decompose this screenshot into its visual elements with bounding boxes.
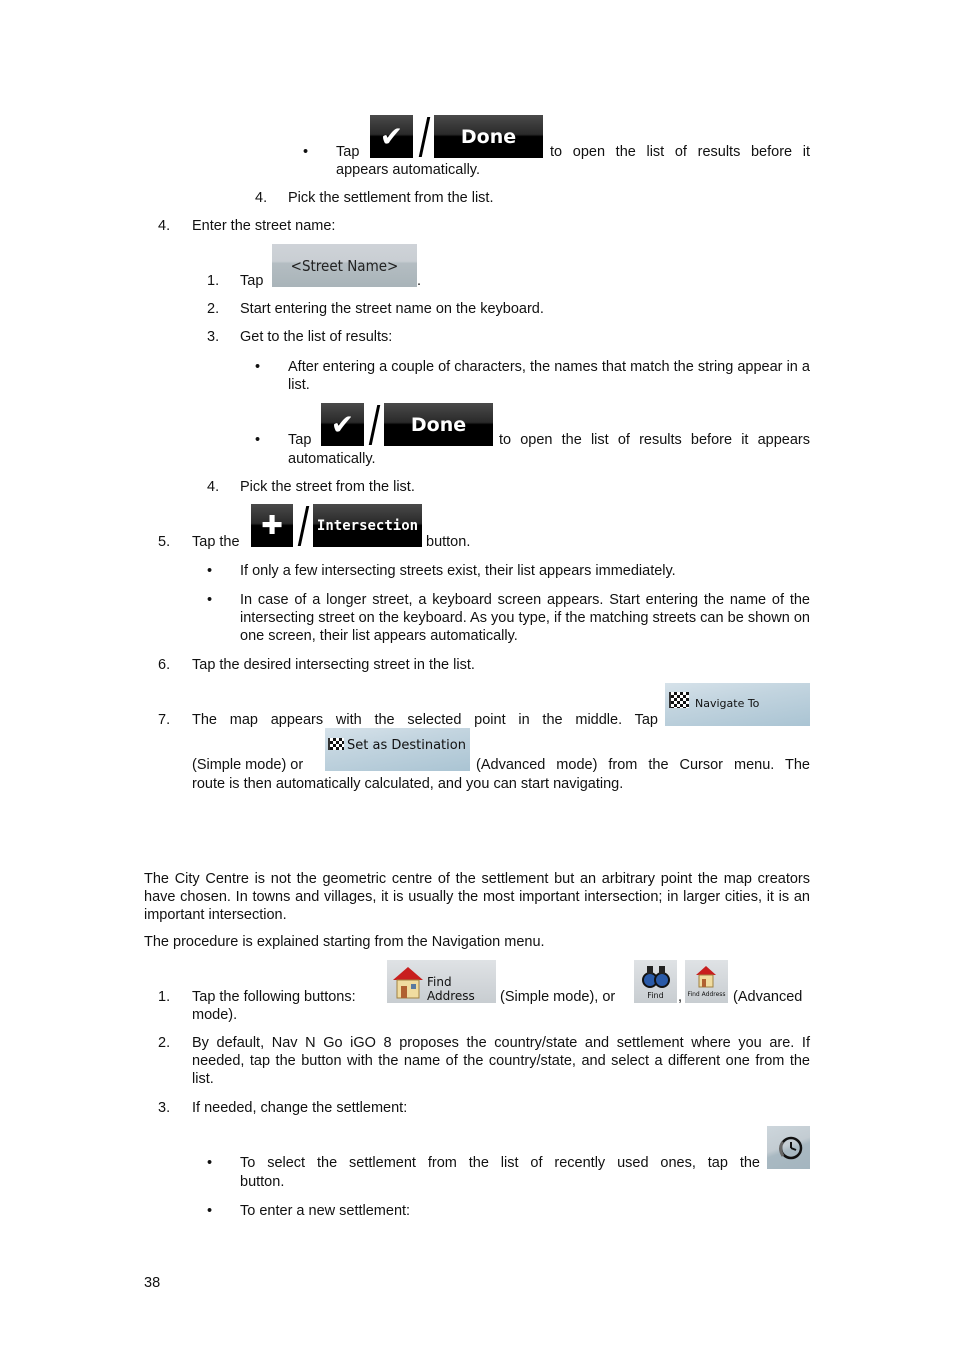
- bullet-marker: •: [255, 359, 261, 375]
- bullet-text: In case of a longer street, a keyboard s…: [240, 592, 810, 644]
- done-button[interactable]: Done: [434, 115, 543, 158]
- crossroads-icon: ✚: [261, 510, 283, 541]
- intersection-button[interactable]: Intersection: [313, 504, 422, 547]
- step-text: Pick the settlement from the list.: [288, 190, 494, 206]
- step-text: If needed, change the settlement:: [192, 1100, 408, 1116]
- step-text: (Advanced mode) from the Cursor menu. Th…: [476, 757, 810, 773]
- step-text: mode).: [192, 1007, 238, 1023]
- comma: ,: [678, 989, 683, 1005]
- period: .: [417, 273, 422, 289]
- bullet-marker: •: [303, 144, 309, 160]
- bullet-text: To select the settlement from the list o…: [240, 1155, 760, 1171]
- history-clock-icon: [775, 1134, 803, 1166]
- bullet-text-rest: to open the list of results before it: [550, 144, 810, 160]
- navigate-to-button[interactable]: Navigate To: [665, 683, 810, 726]
- substep-number: 1.: [207, 273, 220, 289]
- slash-divider: [297, 506, 310, 546]
- step-text: (Simple mode), or: [500, 989, 616, 1005]
- substep-number: 3.: [207, 329, 220, 345]
- checkmark-icon: ✔: [330, 408, 355, 441]
- bullet-text-line2: button.: [240, 1174, 285, 1190]
- house-icon: [695, 964, 717, 992]
- bullet-text-tap: Tap: [288, 432, 312, 448]
- bullet-text-tap: Tap: [336, 144, 360, 160]
- done-button[interactable]: Done: [384, 403, 493, 446]
- checkmark-icon: ✔: [379, 120, 404, 153]
- step-number: 3.: [158, 1100, 171, 1116]
- step-number: 7.: [158, 712, 171, 728]
- paragraph: The City Centre is not the geometric cen…: [144, 871, 810, 923]
- bullet-text: To enter a new settlement:: [240, 1203, 411, 1219]
- substep-number: 2.: [207, 301, 220, 317]
- bullet-text-line2: automatically.: [288, 451, 376, 467]
- bullet-text-line2: appears automatically.: [336, 162, 481, 178]
- step-number: 1.: [158, 989, 171, 1005]
- checkered-flag-icon: [328, 738, 344, 750]
- find-address-small-button[interactable]: Find Address: [685, 960, 728, 1003]
- step-title: Enter the street name:: [192, 218, 336, 234]
- bullet-marker: •: [207, 1155, 213, 1171]
- step-text: Tap the: [192, 534, 240, 550]
- step-number: 4.: [255, 190, 268, 206]
- step-text: (Simple mode) or: [192, 757, 304, 773]
- find-address-small-label: Find Address: [687, 991, 726, 998]
- substep-number: 4.: [207, 479, 220, 495]
- bullet-marker: •: [207, 1203, 213, 1219]
- substep-text: Pick the street from the list.: [240, 479, 415, 495]
- house-icon: [391, 964, 425, 1000]
- step-text: button.: [426, 534, 471, 550]
- step-number: 6.: [158, 657, 171, 673]
- paragraph: The procedure is explained starting from…: [144, 934, 545, 950]
- checkmark-button[interactable]: ✔: [370, 115, 413, 158]
- step-text: Tap the desired intersecting street in t…: [192, 657, 475, 673]
- bullet-marker: •: [207, 592, 213, 608]
- set-as-destination-label: Set as Destination: [347, 738, 466, 753]
- recent-settlements-button[interactable]: [767, 1126, 810, 1169]
- bullet-text: If only a few intersecting streets exist…: [240, 563, 676, 579]
- intersection-icon-button[interactable]: ✚: [251, 504, 293, 547]
- step-number: 2.: [158, 1035, 171, 1051]
- slash-divider: [368, 405, 381, 445]
- street-name-button[interactable]: <Street Name>: [272, 244, 417, 287]
- find-address-button[interactable]: Find Address: [387, 960, 496, 1003]
- step-text: route is then automatically calculated, …: [192, 776, 624, 792]
- set-as-destination-button[interactable]: Set as Destination: [325, 728, 470, 771]
- find-label: Find: [647, 991, 664, 1000]
- navigate-to-label: Navigate To: [695, 697, 760, 710]
- substep-text: Tap: [240, 273, 264, 289]
- bullet-marker: •: [207, 563, 213, 579]
- page-number: 38: [144, 1275, 161, 1291]
- substep-text: Get to the list of results:: [240, 329, 393, 345]
- step-text: By default, Nav N Go iGO 8 proposes the …: [192, 1035, 810, 1087]
- slash-divider: [418, 117, 431, 157]
- step-text: Tap the following buttons:: [192, 989, 356, 1005]
- binoculars-icon: [642, 964, 670, 992]
- bullet-text-rest: to open the list of results before it ap…: [499, 432, 810, 448]
- checkered-flag-icon: [669, 691, 689, 708]
- checkmark-button[interactable]: ✔: [321, 403, 364, 446]
- find-button[interactable]: Find: [634, 960, 677, 1003]
- step-text: The map appears with the selected point …: [192, 712, 658, 728]
- step-text: (Advanced: [733, 989, 803, 1005]
- bullet-text: After entering a couple of characters, t…: [288, 359, 810, 393]
- bullet-marker: •: [255, 432, 261, 448]
- find-address-label: Find Address: [427, 975, 475, 1003]
- step-number: 4.: [158, 218, 171, 234]
- substep-text: Start entering the street name on the ke…: [240, 301, 544, 317]
- step-number: 5.: [158, 534, 171, 550]
